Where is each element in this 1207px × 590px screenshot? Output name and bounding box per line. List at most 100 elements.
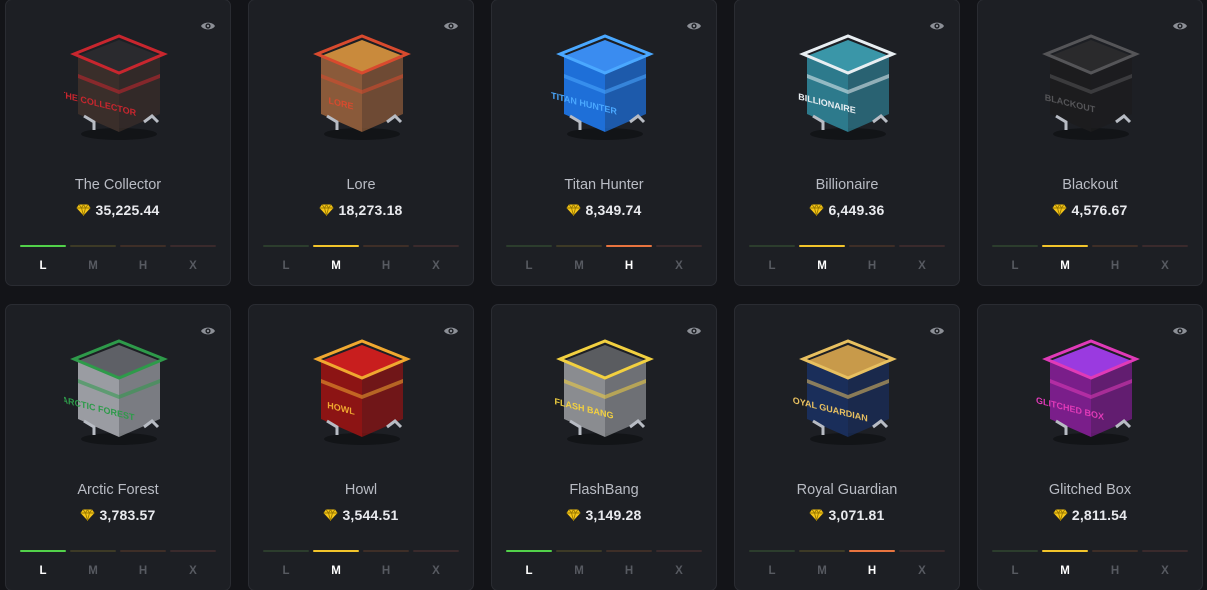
eye-icon[interactable] xyxy=(1172,325,1188,337)
tier-bar xyxy=(992,245,1038,247)
tier-option-l[interactable]: L xyxy=(20,245,66,275)
tier-label: H xyxy=(381,565,391,577)
tier-label: L xyxy=(768,260,776,272)
tier-option-h[interactable]: H xyxy=(1092,245,1138,275)
tier-option-m[interactable]: M xyxy=(313,245,359,275)
eye-icon[interactable] xyxy=(929,325,945,337)
tier-option-h[interactable]: H xyxy=(1092,550,1138,580)
eye-icon[interactable] xyxy=(443,325,459,337)
case-card-billionaire[interactable]: BILLIONAIRE Billionaire 6,449.36 L M H X xyxy=(734,0,960,286)
tier-option-l[interactable]: L xyxy=(992,245,1038,275)
tier-option-x[interactable]: X xyxy=(1142,550,1188,580)
eye-icon[interactable] xyxy=(686,325,702,337)
tier-option-h[interactable]: H xyxy=(849,550,895,580)
tier-option-l[interactable]: L xyxy=(749,550,795,580)
tier-option-m[interactable]: M xyxy=(556,245,602,275)
tier-bar xyxy=(899,550,945,552)
tier-option-m[interactable]: M xyxy=(70,245,116,275)
tier-option-l[interactable]: L xyxy=(263,550,309,580)
tier-option-m[interactable]: M xyxy=(1042,245,1088,275)
case-card-howl[interactable]: HOWL Howl 3,544.51 L M H X xyxy=(248,304,474,590)
tier-bar xyxy=(556,550,602,552)
case-name: Royal Guardian xyxy=(796,482,898,498)
case-card-royal-guardian[interactable]: ROYAL GUARDIAN Royal Guardian 3,071.81 L… xyxy=(734,304,960,590)
tier-bar xyxy=(120,245,166,247)
case-price-value: 8,349.74 xyxy=(585,202,642,218)
case-card-lore[interactable]: LORE Lore 18,273.18 L M H X xyxy=(248,0,474,286)
tier-label: H xyxy=(138,260,148,272)
tier-option-x[interactable]: X xyxy=(413,245,459,275)
tier-option-h[interactable]: H xyxy=(363,550,409,580)
case-box-image: GLITCHED BOX xyxy=(1036,339,1140,445)
tier-bar xyxy=(363,550,409,552)
tier-selector: L MHX xyxy=(749,550,945,580)
tier-option-x[interactable]: X xyxy=(656,245,702,275)
tier-option-l[interactable]: L xyxy=(992,550,1038,580)
tier-option-m[interactable]: M xyxy=(313,550,359,580)
case-card-arctic-forest[interactable]: ARCTIC FOREST Arctic Forest 3,783.57 L M H… xyxy=(5,304,231,590)
tier-option-l[interactable]: L xyxy=(263,245,309,275)
tier-bar xyxy=(656,550,702,552)
case-card-flashbang[interactable]: FLASH BANG FlashBang 3,149.28 L M H X xyxy=(491,304,717,590)
tier-label: M xyxy=(88,565,98,577)
tier-option-x[interactable]: X xyxy=(656,550,702,580)
tier-option-m[interactable]: M xyxy=(799,550,845,580)
tier-option-l[interactable]: L xyxy=(20,550,66,580)
tier-option-x[interactable]: X xyxy=(170,245,216,275)
case-card-titan-hunter[interactable]: TITAN HUNTER Titan Hunter 8,349.74 L M H X xyxy=(491,0,717,286)
tier-option-x[interactable]: X xyxy=(413,550,459,580)
tier-option-m[interactable]: M xyxy=(556,550,602,580)
tier-option-l[interactable]: L xyxy=(506,550,552,580)
eye-icon[interactable] xyxy=(686,20,702,32)
tier-label: X xyxy=(189,565,197,577)
tier-label: X xyxy=(918,260,926,272)
tier-label: X xyxy=(1161,565,1169,577)
case-card-the-collector[interactable]: THE COLLECTOR The Collector 35,225.44 L M… xyxy=(5,0,231,286)
case-card-blackout[interactable]: BLACKOUT Blackout 4,576.67 L M H X xyxy=(977,0,1203,286)
eye-icon[interactable] xyxy=(200,325,216,337)
tier-option-l[interactable]: L xyxy=(506,245,552,275)
tier-option-h[interactable]: H xyxy=(120,245,166,275)
tier-option-x[interactable]: X xyxy=(899,245,945,275)
tier-option-m[interactable]: M xyxy=(1042,550,1088,580)
tier-selector: LMH X xyxy=(992,550,1188,580)
tier-option-h[interactable]: H xyxy=(363,245,409,275)
tier-option-x[interactable]: X xyxy=(1142,245,1188,275)
tier-bar xyxy=(20,550,66,552)
case-box-image: BLACKOUT xyxy=(1042,34,1140,140)
tier-option-x[interactable]: X xyxy=(170,550,216,580)
tier-option-h[interactable]: H xyxy=(120,550,166,580)
tier-bar xyxy=(313,245,359,247)
tier-bar xyxy=(70,550,116,552)
tier-bar xyxy=(70,245,116,247)
eye-icon[interactable] xyxy=(929,20,945,32)
case-box-image: ARCTIC FOREST xyxy=(64,339,168,445)
tier-option-x[interactable]: X xyxy=(899,550,945,580)
case-card-glitched-box[interactable]: GLITCHED BOX Glitched Box 2,811.54 L M H X xyxy=(977,304,1203,590)
tier-label: M xyxy=(574,260,584,272)
case-price: 8,349.74 xyxy=(492,202,716,218)
case-name: The Collector xyxy=(74,177,162,193)
tier-label: X xyxy=(1161,260,1169,272)
tier-label: L xyxy=(282,565,290,577)
gem-icon xyxy=(319,204,334,216)
tier-label: L xyxy=(768,565,776,577)
tier-option-l[interactable]: L xyxy=(749,245,795,275)
tier-label: H xyxy=(138,565,148,577)
eye-icon[interactable] xyxy=(443,20,459,32)
tier-bar xyxy=(849,550,895,552)
tier-bar xyxy=(120,550,166,552)
tier-selector: LMHX xyxy=(263,245,459,275)
case-box-image: LORE xyxy=(313,34,411,140)
tier-option-h[interactable]: H xyxy=(606,550,652,580)
tier-bar xyxy=(20,245,66,247)
tier-option-h[interactable]: H xyxy=(606,245,652,275)
tier-option-m[interactable]: M xyxy=(70,550,116,580)
tier-option-m[interactable]: M xyxy=(799,245,845,275)
tier-label: L xyxy=(1011,260,1019,272)
gem-icon xyxy=(1052,204,1067,216)
eye-icon[interactable] xyxy=(1172,20,1188,32)
tier-bar xyxy=(799,245,845,247)
tier-option-h[interactable]: H xyxy=(849,245,895,275)
eye-icon[interactable] xyxy=(200,20,216,32)
